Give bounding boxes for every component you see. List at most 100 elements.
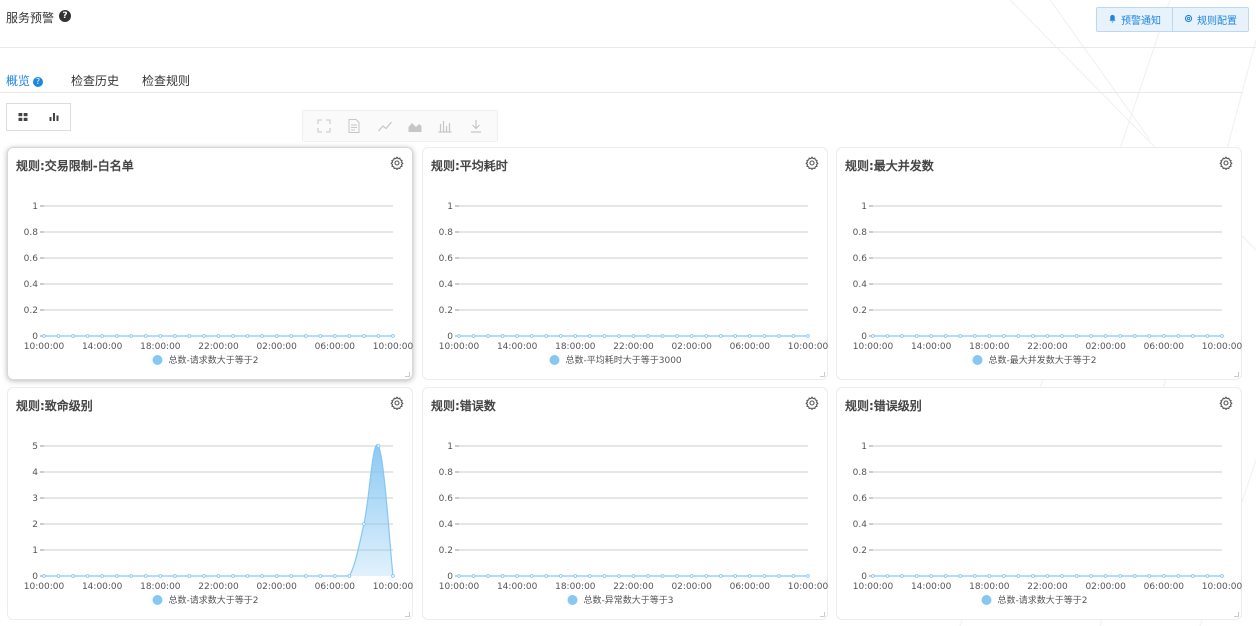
tab-check-history[interactable]: 检查历史 xyxy=(71,72,119,89)
data-point xyxy=(216,574,221,578)
data-point xyxy=(1191,574,1195,578)
data-point xyxy=(660,574,665,578)
rule-chart-card: 规则:错误数 0 0.2 0.4 0.6 0.8 1 10:00:00 14:00:00 18:0… xyxy=(422,387,828,620)
x-tick-label: 06:00:00 xyxy=(1144,342,1185,352)
y-tick-label: 0.6 xyxy=(439,254,454,264)
data-point xyxy=(260,574,264,578)
data-point xyxy=(646,334,650,338)
data-point xyxy=(573,334,578,338)
data-point xyxy=(885,574,890,578)
legend-label: 总数-平均耗时大于等于3000 xyxy=(566,354,682,366)
bar-view-button[interactable] xyxy=(39,104,71,130)
resize-handle[interactable] xyxy=(405,372,410,377)
download-icon[interactable] xyxy=(468,118,484,134)
data-point xyxy=(958,574,963,578)
x-tick-label: 02:00:00 xyxy=(256,342,297,352)
resize-handle[interactable] xyxy=(1234,372,1239,377)
rule-chart-card: 规则:交易限制-白名单 0 0.2 0.4 0.6 0.8 1 10:00:00 14:00:0… xyxy=(7,147,413,380)
data-point xyxy=(245,574,250,578)
y-tick-label: 0.8 xyxy=(439,468,454,478)
data-point xyxy=(777,334,781,338)
data-point xyxy=(791,334,796,338)
bar-chart-icon[interactable] xyxy=(437,118,453,134)
data-point xyxy=(631,574,636,578)
resize-handle[interactable] xyxy=(1234,612,1239,617)
data-point xyxy=(187,574,192,578)
data-point xyxy=(129,574,134,578)
x-tick-label: 10:00:00 xyxy=(24,342,65,352)
data-point xyxy=(660,334,665,338)
data-point xyxy=(1074,334,1079,338)
data-point xyxy=(943,574,948,578)
data-point xyxy=(1220,334,1224,338)
y-tick-label: 0.4 xyxy=(439,280,454,290)
data-point xyxy=(231,334,235,338)
data-point xyxy=(1161,334,1166,338)
x-tick-label: 02:00:00 xyxy=(671,342,712,352)
legend-marker xyxy=(549,355,560,365)
data-point xyxy=(245,334,250,338)
data-point xyxy=(806,574,810,578)
data-point xyxy=(332,334,337,338)
chart-toolbar xyxy=(302,110,498,142)
data-point xyxy=(544,334,549,338)
y-tick-label: 3 xyxy=(32,494,38,504)
data-point xyxy=(303,334,308,338)
area-chart-icon[interactable] xyxy=(407,118,423,134)
page-header: 服务预警 ? 预警通知 规则配置 xyxy=(0,0,1256,48)
x-tick-label: 18:00:00 xyxy=(140,342,181,352)
data-point xyxy=(529,574,534,578)
x-tick-label: 22:00:00 xyxy=(1027,342,1068,352)
data-point xyxy=(391,574,395,578)
data-point xyxy=(588,334,592,338)
data-point xyxy=(187,334,192,338)
data-point xyxy=(500,334,505,338)
data-point xyxy=(158,574,163,578)
x-tick-label: 06:00:00 xyxy=(730,582,771,592)
resize-handle[interactable] xyxy=(820,372,825,377)
data-point xyxy=(515,334,520,338)
line-chart-icon[interactable] xyxy=(377,118,393,134)
x-tick-label: 06:00:00 xyxy=(730,342,771,352)
resize-handle[interactable] xyxy=(405,612,410,617)
header-actions: 预警通知 规则配置 xyxy=(1096,7,1249,32)
data-point xyxy=(573,574,578,578)
data-point xyxy=(747,334,752,338)
legend-marker xyxy=(152,355,163,365)
data-point xyxy=(1147,334,1152,338)
rule-config-button[interactable]: 规则配置 xyxy=(1172,8,1248,31)
x-tick-label: 22:00:00 xyxy=(613,342,654,352)
data-point xyxy=(1220,574,1224,578)
page-title: 服务预警 xyxy=(6,11,55,25)
x-tick-label: 10:00:00 xyxy=(788,582,829,592)
x-tick-label: 10:00:00 xyxy=(439,342,480,352)
data-point xyxy=(885,334,890,338)
data-point xyxy=(733,334,738,338)
x-tick-label: 14:00:00 xyxy=(497,582,538,592)
tab-overview[interactable]: 概览? xyxy=(6,72,44,89)
data-view-icon[interactable] xyxy=(346,118,362,134)
y-tick-label: 0.2 xyxy=(439,306,453,316)
y-tick-label: 1 xyxy=(32,546,38,556)
data-point xyxy=(1016,334,1021,338)
legend-label: 总数-最大并发数大于等于2 xyxy=(989,354,1097,366)
data-point xyxy=(143,574,148,578)
tab-check-rules[interactable]: 检查规则 xyxy=(142,72,190,89)
x-tick-label: 02:00:00 xyxy=(1085,342,1126,352)
resize-handle[interactable] xyxy=(820,612,825,617)
y-tick-label: 1 xyxy=(861,442,867,452)
y-tick-label: 0 xyxy=(861,332,867,342)
chart-svg: 0 0.2 0.4 0.6 0.8 1 10:00:00 14:00:00 18:00:00 22… xyxy=(439,202,829,366)
data-point xyxy=(71,334,75,338)
data-point xyxy=(871,574,875,578)
alert-notification-button[interactable]: 预警通知 xyxy=(1097,8,1172,31)
grid-view-button[interactable] xyxy=(7,104,39,130)
data-point xyxy=(1089,334,1093,338)
question-circle-icon[interactable]: ? xyxy=(59,10,71,22)
x-tick-label: 22:00:00 xyxy=(198,582,239,592)
data-point xyxy=(704,574,709,578)
x-tick-label: 14:00:00 xyxy=(82,582,123,592)
x-tick-label: 14:00:00 xyxy=(82,342,123,352)
data-point xyxy=(231,574,235,578)
fullscreen-icon[interactable] xyxy=(316,118,332,134)
